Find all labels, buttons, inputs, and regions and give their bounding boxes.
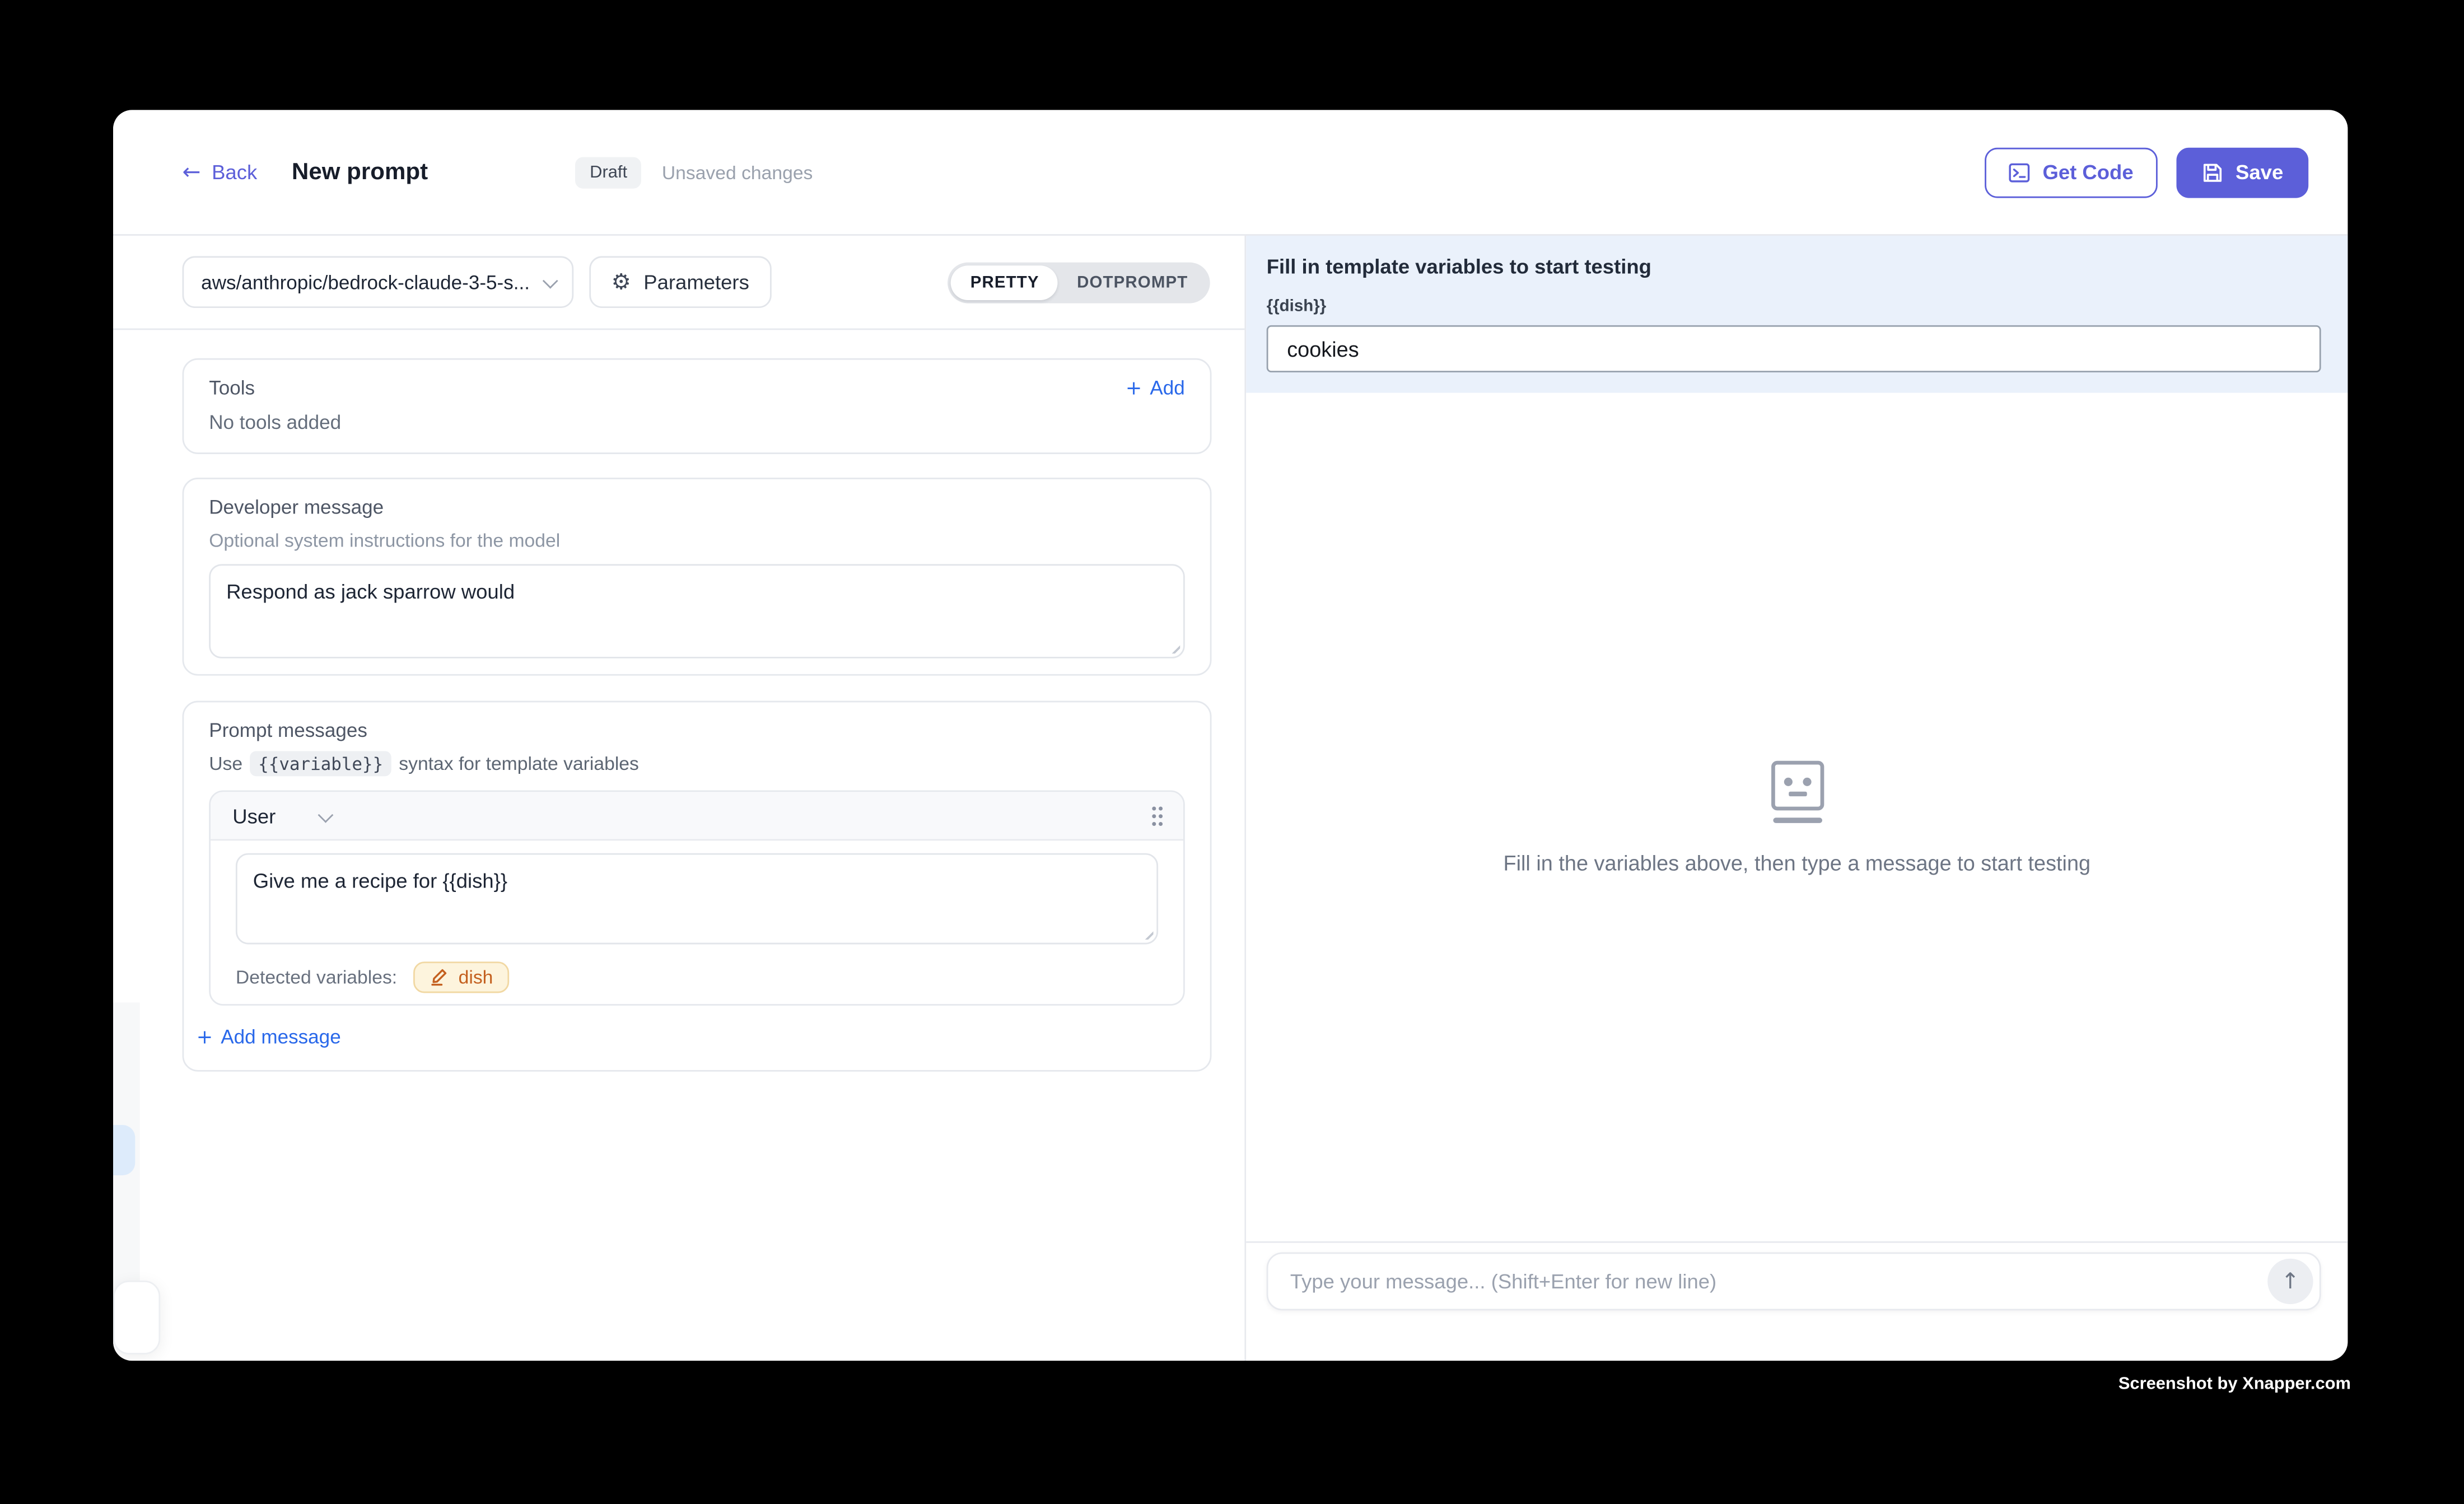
editor-toolbar: aws/anthropic/bedrock-claude-3-5-s... ⚙ … (113, 236, 1244, 330)
developer-message-card: Developer message Optional system instru… (183, 478, 1212, 676)
chat-empty-state-text: Fill in the variables above, then type a… (1503, 851, 2090, 875)
edit-pencil-icon (428, 966, 449, 987)
terminal-icon (2008, 161, 2030, 183)
back-label: Back (212, 160, 257, 184)
developer-message-subtitle: Optional system instructions for the mod… (209, 530, 1185, 552)
add-message-label: Add message (221, 1025, 340, 1047)
composer-section: ↑ (1246, 1241, 2348, 1361)
message-header: User (211, 792, 1183, 840)
chat-area: Fill in the variables above, then type a… (1246, 393, 2348, 1241)
detected-variables-row: Detected variables: dish (236, 960, 1158, 993)
prompt-messages-card: Prompt messages Use {{variable}} syntax … (183, 701, 1212, 1072)
variable-chip-name: dish (459, 965, 493, 987)
app-window: ← Back New prompt Draft Unsaved changes … (113, 110, 2348, 1361)
message-role-selector[interactable]: User (232, 804, 330, 827)
page-title: New prompt (292, 158, 428, 185)
header-actions: Get Code Save (1985, 147, 2309, 197)
message-field-wrap: Give me a recipe for {{dish}} (236, 853, 1158, 945)
variable-chip-dish[interactable]: dish (413, 961, 508, 992)
add-message-button[interactable]: + Add message (197, 1025, 1185, 1048)
chat-message-input[interactable] (1268, 1269, 2268, 1293)
back-button[interactable]: ← Back (183, 160, 258, 184)
parameters-label: Parameters (643, 270, 749, 294)
template-variables-heading: Fill in template variables to start test… (1267, 255, 2321, 278)
unsaved-changes-text: Unsaved changes (662, 161, 813, 183)
draft-status-badge: Draft (576, 156, 641, 188)
left-edge-selection-fragment (113, 1125, 135, 1175)
stage: ← Back New prompt Draft Unsaved changes … (0, 0, 2464, 1503)
parameters-button[interactable]: ⚙ Parameters (589, 256, 771, 308)
toggle-option-pretty[interactable]: PRETTY (951, 265, 1058, 300)
chevron-down-icon (543, 273, 558, 289)
view-mode-toggle: PRETTY DOTPROMPT (948, 261, 1210, 302)
add-tool-label: Add (1150, 376, 1184, 398)
plus-icon: + (1126, 376, 1142, 399)
message-body: Give me a recipe for {{dish}} (211, 840, 1183, 944)
test-panel: Fill in template variables to start test… (1246, 236, 2348, 1361)
tools-card: Tools + Add No tools added (183, 358, 1212, 454)
template-syntax-hint: Use {{variable}} syntax for template var… (209, 751, 1185, 776)
model-selector[interactable]: aws/anthropic/bedrock-claude-3-5-s... (183, 256, 574, 308)
send-arrow-icon: ↑ (2281, 1269, 2299, 1294)
robot-icon (1770, 760, 1823, 823)
header: ← Back New prompt Draft Unsaved changes … (113, 110, 2348, 235)
template-variables-section: Fill in template variables to start test… (1246, 236, 2348, 393)
message-input[interactable]: Give me a recipe for {{dish}} (236, 853, 1158, 945)
save-icon (2201, 161, 2223, 183)
composer-box: ↑ (1267, 1252, 2321, 1310)
send-button[interactable]: ↑ (2267, 1259, 2313, 1304)
hint-suffix: syntax for template variables (399, 753, 639, 774)
prompt-editor-panel: aws/anthropic/bedrock-claude-3-5-s... ⚙ … (113, 236, 1246, 1361)
save-button[interactable]: Save (2176, 147, 2308, 197)
tools-empty-text: No tools added (209, 412, 1185, 433)
variable-syntax-chip: {{variable}} (250, 751, 391, 776)
developer-message-input[interactable]: Respond as jack sparrow would (209, 564, 1185, 658)
drag-handle-icon[interactable] (1150, 804, 1164, 827)
variable-dish-label: {{dish}} (1267, 297, 2321, 316)
developer-message-field-wrap: Respond as jack sparrow would (209, 564, 1185, 658)
editor-content: Tools + Add No tools added Developer mes… (113, 358, 1244, 1072)
save-label: Save (2236, 160, 2283, 184)
get-code-label: Get Code (2042, 160, 2133, 184)
toggle-option-dotprompt[interactable]: DOTPROMPT (1058, 265, 1207, 300)
message-role-value: User (232, 804, 276, 827)
watermark-text: Screenshot by Xnapper.com (2118, 1375, 2351, 1394)
tools-card-header: Tools + Add (209, 376, 1185, 399)
hint-prefix: Use (209, 753, 242, 774)
message-block: User (209, 790, 1185, 1005)
gear-icon: ⚙ (612, 271, 631, 293)
developer-message-title: Developer message (209, 497, 1185, 519)
get-code-button[interactable]: Get Code (1985, 147, 2157, 197)
left-edge-card-fragment (113, 1281, 160, 1354)
detected-variables-label: Detected variables: (236, 965, 397, 987)
variable-dish-input[interactable] (1267, 325, 2321, 372)
prompt-messages-title: Prompt messages (209, 720, 1185, 741)
tools-title: Tools (209, 376, 255, 398)
plus-icon: + (197, 1025, 213, 1048)
back-arrow-icon: ← (183, 161, 201, 183)
main-area: aws/anthropic/bedrock-claude-3-5-s... ⚙ … (113, 236, 2348, 1361)
model-selector-value: aws/anthropic/bedrock-claude-3-5-s... (201, 271, 544, 293)
add-tool-button[interactable]: + Add (1126, 376, 1185, 399)
chevron-down-icon (319, 807, 334, 823)
